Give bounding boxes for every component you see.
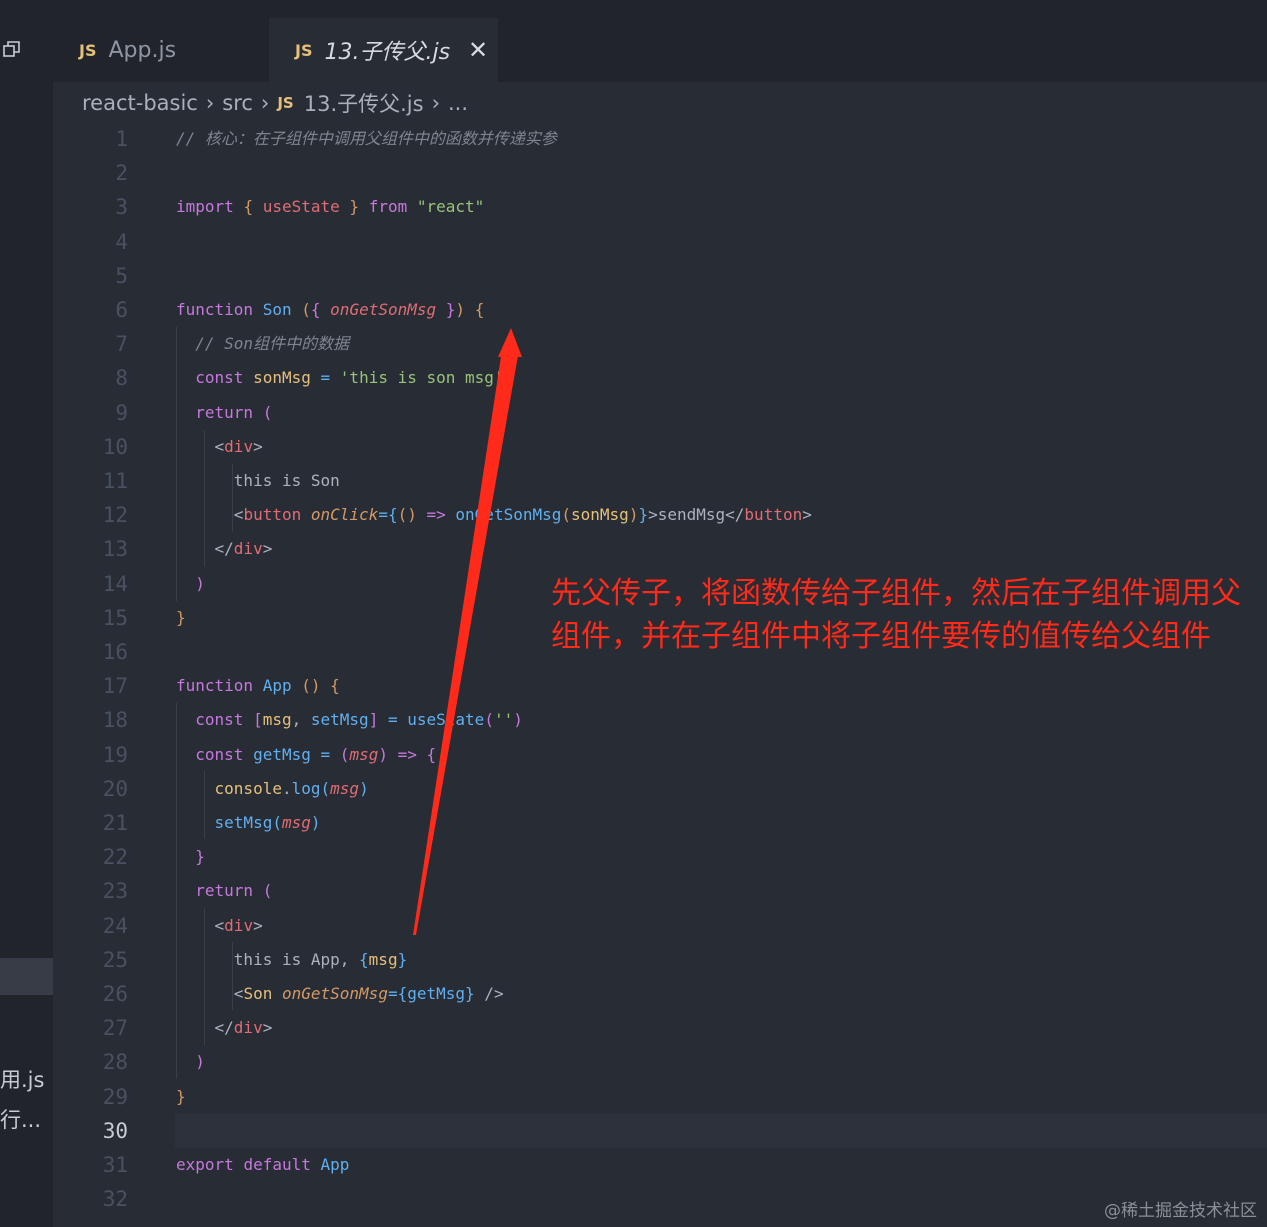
code-line[interactable]: } <box>176 1080 186 1114</box>
js-file-icon: JS <box>277 94 294 112</box>
code-line[interactable]: </div> <box>176 532 273 566</box>
line-number: 17 <box>102 674 128 699</box>
line-number: 4 <box>115 229 128 254</box>
current-line-highlight <box>175 1113 1267 1148</box>
code-line[interactable]: setMsg(msg) <box>176 806 321 840</box>
close-icon[interactable]: ✕ <box>468 36 488 64</box>
line-number: 3 <box>115 195 128 220</box>
line-number: 23 <box>102 879 128 904</box>
code-line[interactable]: const getMsg = (msg) => { <box>176 738 436 772</box>
line-number: 2 <box>115 161 128 186</box>
line-number: 10 <box>102 434 128 459</box>
line-number: 8 <box>115 366 128 391</box>
js-file-icon: JS <box>295 40 313 60</box>
menu-bar <box>0 0 1267 18</box>
code-line[interactable]: ) <box>176 567 205 601</box>
line-number: 15 <box>102 605 128 630</box>
tab-label: 13.子传父.js <box>324 40 451 65</box>
line-number: 7 <box>115 332 128 357</box>
line-number: 13 <box>102 537 128 562</box>
code-line[interactable]: function Son ({ onGetSonMsg }) { <box>176 293 484 327</box>
breadcrumb-item[interactable]: src <box>222 91 253 115</box>
code-line[interactable]: function App () { <box>176 669 340 703</box>
line-number: 18 <box>102 708 128 733</box>
code-line[interactable]: <div> <box>176 909 263 943</box>
code-line[interactable]: // Son组件中的数据 <box>176 327 349 361</box>
sidebar-file-item[interactable]: 用.js <box>0 1064 53 1094</box>
arrow-shaft <box>413 350 519 935</box>
code-line[interactable]: <button onClick={() => onGetSonMsg(sonMs… <box>176 498 812 532</box>
line-number: 26 <box>102 982 128 1006</box>
code-line[interactable]: } <box>176 601 186 635</box>
line-number: 32 <box>102 1187 128 1212</box>
js-file-icon: JS <box>79 40 97 60</box>
breadcrumb-item[interactable]: ... <box>448 91 468 115</box>
sidebar-file-item[interactable]: 行... <box>0 1104 53 1134</box>
line-number: 9 <box>115 400 128 425</box>
code-line[interactable]: ) <box>176 1045 205 1079</box>
line-number: 14 <box>102 571 128 596</box>
line-number: 11 <box>102 469 128 493</box>
line-number: 29 <box>102 1084 128 1109</box>
code-line[interactable]: return ( <box>176 396 272 430</box>
line-number: 5 <box>115 263 128 288</box>
breadcrumb-item[interactable]: 13.子传父.js <box>304 88 424 118</box>
code-line[interactable]: const [msg, setMsg] = useState('') <box>176 703 523 737</box>
line-number: 25 <box>102 947 128 972</box>
code-line[interactable]: console.log(msg) <box>176 772 369 806</box>
line-number: 21 <box>102 811 128 835</box>
breadcrumb: react-basic › src › JS 13.子传父.js › ... <box>82 86 468 120</box>
code-line[interactable]: import { useState } from "react" <box>176 190 484 224</box>
breadcrumb-item[interactable]: react-basic <box>82 91 198 115</box>
annotation-text: 先父传子，将函数传给子组件，然后在子组件调用父组件，并在子组件中将子组件要传的值… <box>551 576 1241 654</box>
code-line[interactable]: } <box>176 840 205 874</box>
tab-bar: JS App.js JS 13.子传父.js ✕ <box>53 18 1267 82</box>
tab-label: App.js <box>108 37 177 63</box>
code-line[interactable]: export default App <box>176 1148 349 1182</box>
line-number: 31 <box>102 1153 128 1177</box>
line-number: 27 <box>102 1016 128 1041</box>
tab-son-to-parent-js[interactable]: JS 13.子传父.js ✕ <box>269 18 498 82</box>
line-number: 30 <box>102 1118 128 1143</box>
line-number: 20 <box>102 776 128 801</box>
line-number: 24 <box>102 913 128 938</box>
sidebar-selected-row[interactable] <box>0 958 53 995</box>
code-line[interactable]: </div> <box>176 1011 273 1045</box>
tab-app-js[interactable]: JS App.js <box>79 18 269 82</box>
code-line[interactable]: return ( <box>176 874 272 908</box>
code-line[interactable]: this is App, {msg} <box>176 943 407 977</box>
chevron-right-icon: › <box>205 91 215 115</box>
code-line[interactable]: const sonMsg = 'this is son msg' <box>176 361 503 395</box>
watermark: @稀土掘金技术社区 <box>1104 1201 1257 1221</box>
code-line[interactable]: this is Son <box>176 464 340 498</box>
line-number: 22 <box>102 845 128 870</box>
code-line[interactable]: <div> <box>176 430 263 464</box>
line-number: 28 <box>102 1050 128 1075</box>
code-line[interactable]: // 核心：在子组件中调用父组件中的函数并传递实参 <box>176 122 557 156</box>
line-number: 19 <box>102 742 128 767</box>
code-line[interactable]: <Son onGetSonMsg={getMsg} /> <box>176 977 504 1011</box>
split-editor-icon[interactable] <box>3 40 21 58</box>
chevron-right-icon: › <box>260 91 270 115</box>
line-number: 16 <box>102 640 128 664</box>
chevron-right-icon: › <box>431 91 440 115</box>
line-number: 12 <box>102 503 128 528</box>
activity-bar <box>0 18 53 1227</box>
arrow-head <box>498 328 522 357</box>
line-number: 6 <box>115 298 128 322</box>
line-number: 1 <box>115 127 128 151</box>
